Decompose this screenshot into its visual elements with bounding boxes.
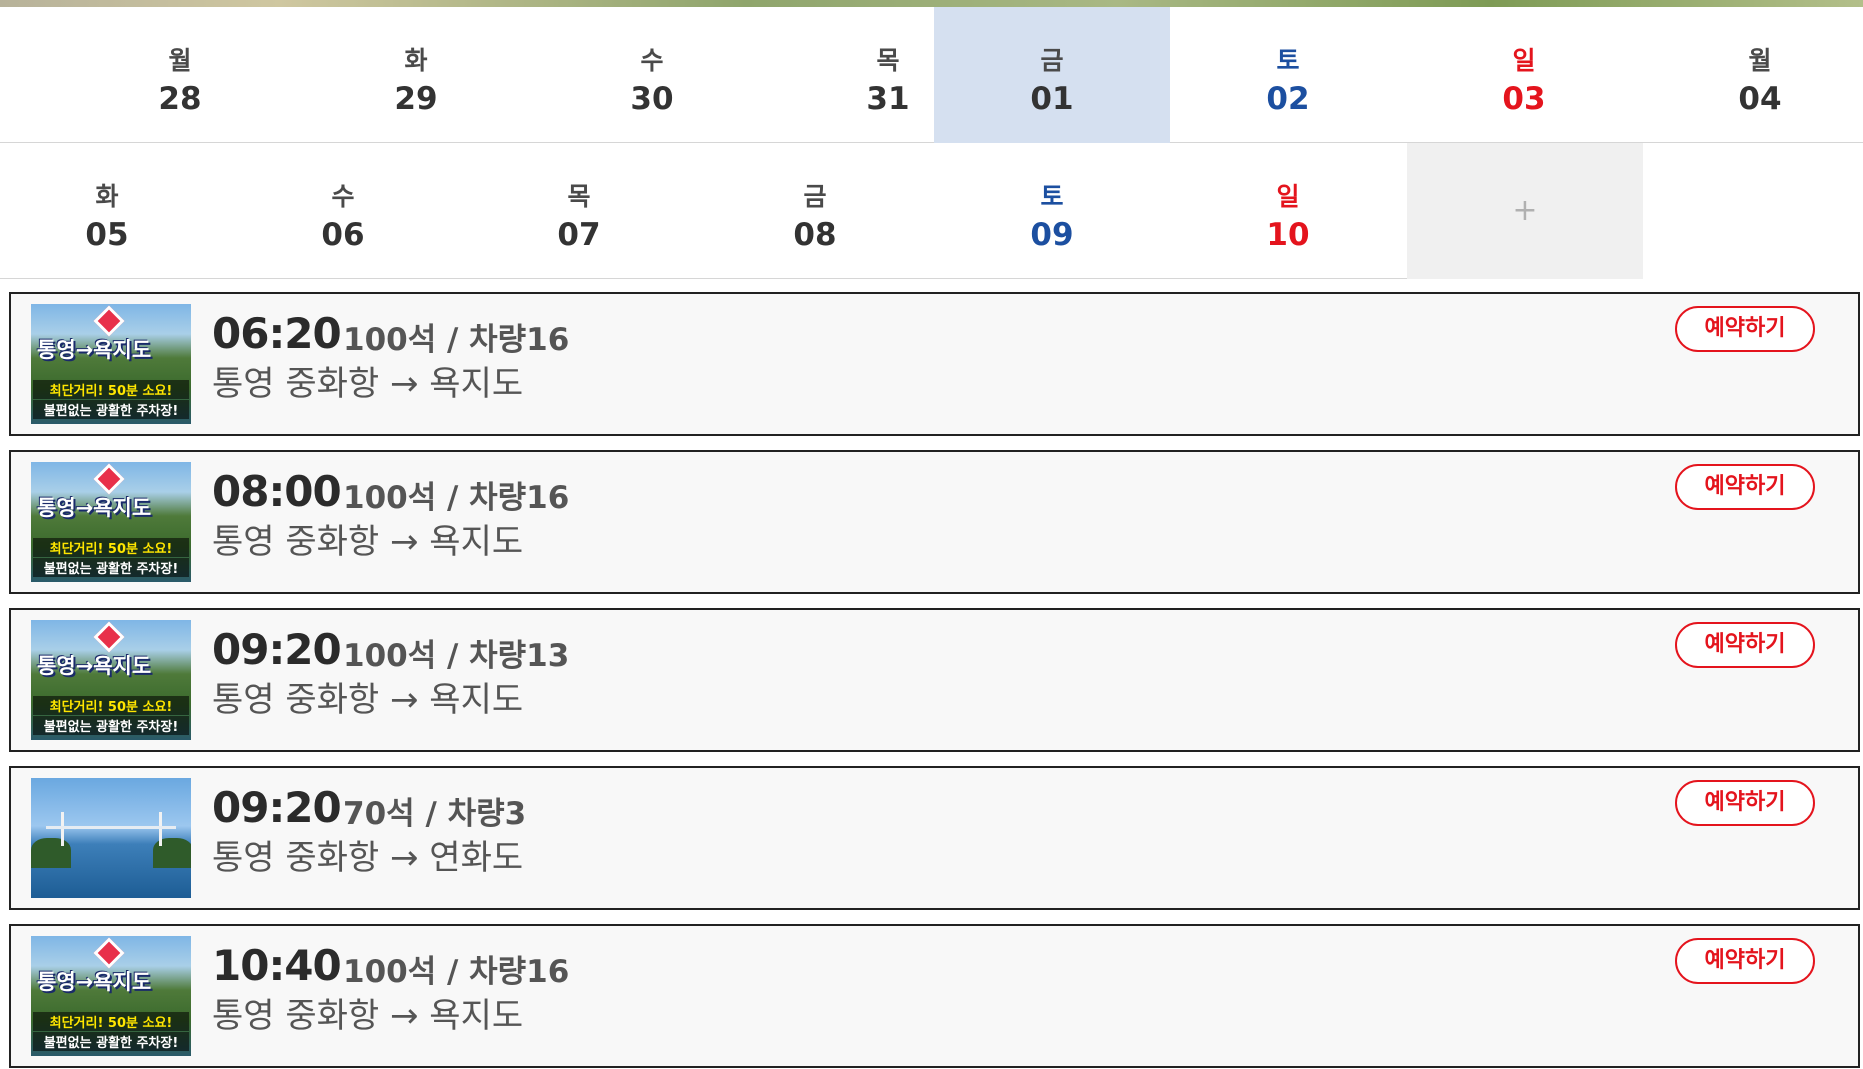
capacity-info: 100석 / 차량16 <box>343 322 570 358</box>
day-of-week: 금 <box>803 182 827 211</box>
thumbnail-caption: 최단거리! 50분 소요! <box>33 380 189 399</box>
day-number: 06 <box>321 217 365 253</box>
capacity-info: 70석 / 차량3 <box>343 796 527 832</box>
departure-time: 08:00 <box>212 467 342 516</box>
thumbnail-title: 통영→욕지도 <box>37 338 152 362</box>
date-cell-saturday[interactable]: 토 09 <box>934 143 1170 279</box>
day-of-week: 토 <box>1276 46 1300 75</box>
day-number: 03 <box>1502 81 1546 117</box>
trip-row[interactable]: 통영→욕지도 최단거리! 50분 소요! 불편없는 광활한 주차장! 10:40… <box>9 924 1860 1068</box>
day-number: 09 <box>1030 217 1074 253</box>
thumbnail-caption: 불편없는 광활한 주차장! <box>33 716 189 735</box>
day-number: 07 <box>557 217 601 253</box>
trip-row[interactable]: 09:20 70석 / 차량3 통영 중화항 → 연화도 예약하기 <box>9 766 1860 910</box>
reserve-button[interactable]: 예약하기 <box>1675 306 1815 352</box>
thumbnail-caption: 불편없는 광활한 주차장! <box>33 558 189 577</box>
date-cell[interactable]: 목 07 <box>461 143 697 279</box>
day-number: 04 <box>1738 81 1782 117</box>
day-of-week: 화 <box>404 46 428 75</box>
day-of-week: 금 <box>1040 46 1064 75</box>
logo-icon <box>93 463 125 495</box>
date-selector: 월 28 화 29 수 30 목 31 금 01 토 02 일 03 월 04 <box>0 7 1863 279</box>
reserve-button[interactable]: 예약하기 <box>1675 938 1815 984</box>
day-of-week: 수 <box>331 182 355 211</box>
day-number: 30 <box>630 81 674 117</box>
day-of-week: 수 <box>640 46 664 75</box>
reserve-button[interactable]: 예약하기 <box>1675 780 1815 826</box>
trip-row[interactable]: 통영→욕지도 최단거리! 50분 소요! 불편없는 광활한 주차장! 09:20… <box>9 608 1860 752</box>
date-cell[interactable]: 월 04 <box>1642 7 1863 143</box>
day-of-week: 일 <box>1276 182 1300 211</box>
plus-icon: + <box>1512 193 1538 228</box>
day-of-week: 화 <box>95 182 119 211</box>
date-cell-selected[interactable]: 금 01 <box>934 7 1170 143</box>
trip-row[interactable]: 통영→욕지도 최단거리! 50분 소요! 불편없는 광활한 주차장! 08:00… <box>9 450 1860 594</box>
logo-icon <box>93 621 125 653</box>
departure-time: 09:20 <box>212 625 342 674</box>
top-banner-image <box>0 0 1863 7</box>
trip-row[interactable]: 통영→욕지도 최단거리! 50분 소요! 불편없는 광활한 주차장! 06:20… <box>9 292 1860 436</box>
date-cell[interactable]: 화 05 <box>0 143 225 279</box>
day-number: 29 <box>394 81 438 117</box>
date-cell-saturday[interactable]: 토 02 <box>1170 7 1406 143</box>
date-cell[interactable]: 금 08 <box>697 143 933 279</box>
date-cell-sunday[interactable]: 일 10 <box>1170 143 1406 279</box>
route-thumbnail: 통영→욕지도 최단거리! 50분 소요! 불편없는 광활한 주차장! <box>31 304 191 424</box>
departure-time: 06:20 <box>212 309 342 358</box>
thumbnail-caption: 최단거리! 50분 소요! <box>33 538 189 557</box>
day-of-week: 월 <box>1748 46 1772 75</box>
capacity-info: 100석 / 차량16 <box>343 480 570 516</box>
route-label: 통영 중화항 → 욕지도 <box>212 364 524 404</box>
day-of-week: 토 <box>1040 182 1064 211</box>
thumbnail-title: 통영→욕지도 <box>37 496 152 520</box>
thumbnail-title: 통영→욕지도 <box>37 654 152 678</box>
day-of-week: 목 <box>567 182 591 211</box>
logo-icon <box>93 305 125 337</box>
date-cell-sunday[interactable]: 일 03 <box>1406 7 1642 143</box>
calendar-week-row: 월 28 화 29 수 30 목 31 금 01 토 02 일 03 월 04 <box>0 7 1863 143</box>
thumbnail-caption: 최단거리! 50분 소요! <box>33 1012 189 1031</box>
date-cell[interactable]: 수 06 <box>225 143 461 279</box>
reserve-button[interactable]: 예약하기 <box>1675 464 1815 510</box>
departure-time: 10:40 <box>212 941 342 990</box>
departure-time: 09:20 <box>212 783 342 832</box>
day-number: 28 <box>158 81 202 117</box>
day-number: 08 <box>793 217 837 253</box>
route-photo <box>31 778 191 898</box>
capacity-info: 100석 / 차량16 <box>343 954 570 990</box>
logo-icon <box>93 937 125 969</box>
route-label: 통영 중화항 → 연화도 <box>212 838 524 878</box>
thumbnail-caption: 최단거리! 50분 소요! <box>33 696 189 715</box>
thumbnail-caption: 불편없는 광활한 주차장! <box>33 1032 189 1051</box>
route-label: 통영 중화항 → 욕지도 <box>212 522 524 562</box>
day-number: 10 <box>1266 217 1310 253</box>
bridge-pylon <box>159 812 162 846</box>
bridge-deck <box>46 826 176 829</box>
route-label: 통영 중화항 → 욕지도 <box>212 680 524 720</box>
bridge-pylon <box>61 812 64 846</box>
calendar-week-row: 화 05 수 06 목 07 금 08 토 09 일 10 + <box>0 143 1643 279</box>
date-cell[interactable]: 수 30 <box>534 7 770 143</box>
route-thumbnail: 통영→욕지도 최단거리! 50분 소요! 불편없는 광활한 주차장! <box>31 620 191 740</box>
thumbnail-title: 통영→욕지도 <box>37 970 152 994</box>
day-of-week: 월 <box>168 46 192 75</box>
route-label: 통영 중화항 → 욕지도 <box>212 996 524 1036</box>
thumbnail-caption: 불편없는 광활한 주차장! <box>33 400 189 419</box>
reserve-button[interactable]: 예약하기 <box>1675 622 1815 668</box>
capacity-info: 100석 / 차량13 <box>343 638 570 674</box>
more-dates-button[interactable]: + <box>1407 143 1643 279</box>
island-shape <box>31 838 71 868</box>
day-number: 05 <box>85 217 129 253</box>
date-cell[interactable]: 화 29 <box>298 7 534 143</box>
day-of-week: 일 <box>1512 46 1536 75</box>
route-thumbnail: 통영→욕지도 최단거리! 50분 소요! 불편없는 광활한 주차장! <box>31 462 191 582</box>
route-thumbnail: 통영→욕지도 최단거리! 50분 소요! 불편없는 광활한 주차장! <box>31 936 191 1056</box>
date-cell[interactable]: 월 28 <box>62 7 298 143</box>
day-number: 02 <box>1266 81 1310 117</box>
day-number: 01 <box>1030 81 1074 117</box>
